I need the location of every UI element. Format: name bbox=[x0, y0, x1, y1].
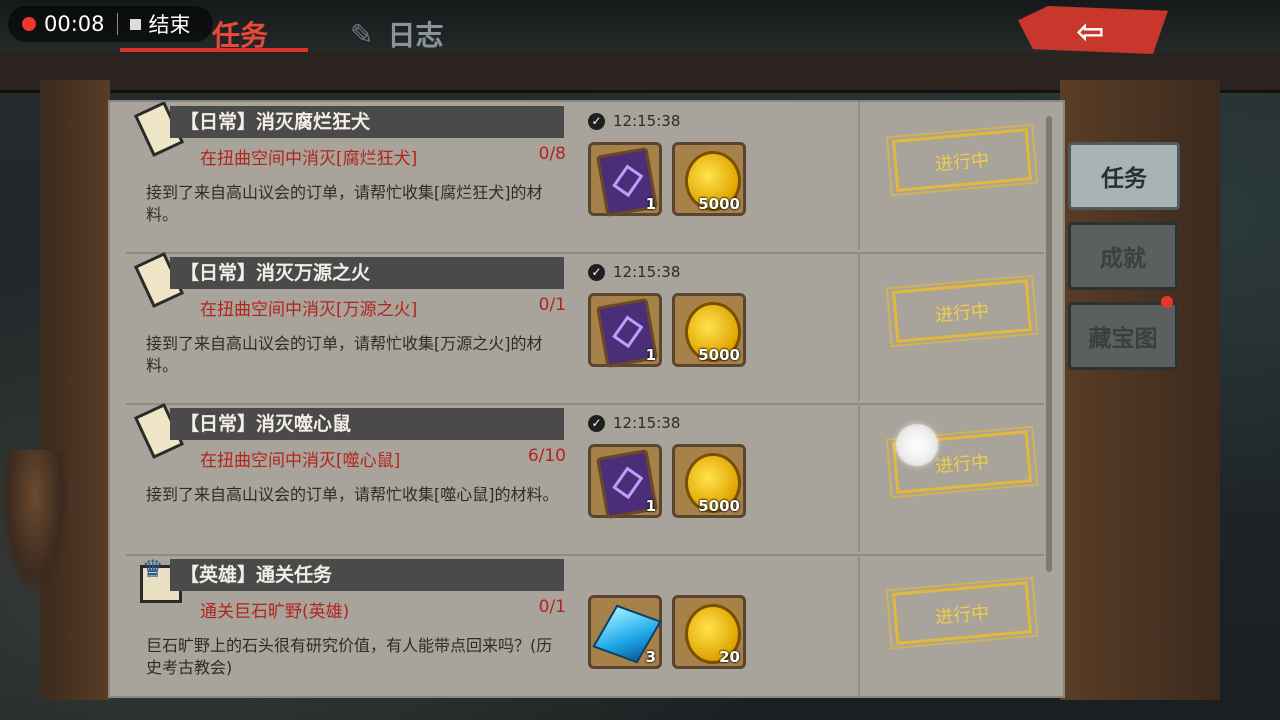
reward-qty: 5000 bbox=[698, 346, 740, 364]
side-tab-achievements[interactable]: 成就 bbox=[1068, 222, 1178, 290]
quest-title: 【日常】消灭万源之火 bbox=[170, 257, 564, 289]
quest-row: ♛ 【英雄】通关任务 通关巨石旷野(英雄) 0/1 巨石旷野上的石头很有研究价值… bbox=[126, 555, 1044, 696]
reward-gold[interactable]: 20 bbox=[672, 595, 746, 669]
quest-objective: 在扭曲空间中消灭[噬心鼠] bbox=[200, 451, 401, 471]
quest-title: 【英雄】通关任务 bbox=[170, 559, 564, 591]
status-in-progress-button[interactable]: 进行中 bbox=[891, 128, 1033, 192]
reward-qty: 5000 bbox=[698, 497, 740, 515]
scroll-icon: ✎ bbox=[350, 17, 374, 51]
divider bbox=[858, 555, 860, 696]
quest-list-panel[interactable]: 【日常】消灭腐烂狂犬 在扭曲空间中消灭[腐烂狂犬] 0/8 接到了来自高山议会的… bbox=[108, 100, 1065, 698]
timer-text: 12:15:38 bbox=[613, 112, 681, 130]
divider bbox=[858, 404, 860, 552]
reward-book[interactable]: 1 bbox=[588, 293, 662, 369]
divider bbox=[858, 102, 860, 250]
tab-log-label: 日志 bbox=[387, 19, 444, 52]
quest-timer: ✓ 12:15:38 bbox=[588, 414, 680, 432]
crown-icon: ♛ bbox=[142, 555, 164, 583]
status-in-progress-button[interactable]: 进行中 bbox=[891, 279, 1033, 343]
reward-qty: 5000 bbox=[698, 195, 740, 213]
quest-timer: ✓ 12:15:38 bbox=[588, 112, 680, 130]
divider bbox=[858, 253, 860, 401]
reward-qty: 1 bbox=[645, 346, 656, 364]
quest-title: 【日常】消灭噬心鼠 bbox=[170, 408, 564, 440]
status-in-progress-button[interactable]: 进行中 bbox=[891, 581, 1033, 645]
quest-row: 【日常】消灭腐烂狂犬 在扭曲空间中消灭[腐烂狂犬] 0/8 接到了来自高山议会的… bbox=[126, 102, 1044, 254]
reward-crystal[interactable]: 3 bbox=[588, 595, 662, 669]
quest-progress: 0/1 bbox=[538, 597, 566, 617]
notification-dot bbox=[1161, 296, 1173, 308]
quest-description: 巨石旷野上的石头很有研究价值，有人能带点回来吗？(历史考古教会) bbox=[146, 636, 553, 677]
quest-progress: 0/1 bbox=[538, 295, 566, 315]
reward-book[interactable]: 1 bbox=[588, 142, 662, 218]
reward-gold[interactable]: 5000 bbox=[672, 293, 746, 367]
clock-icon: ✓ bbox=[588, 112, 605, 130]
timer-text: 12:15:38 bbox=[613, 414, 681, 432]
quest-objective: 在扭曲空间中消灭[腐烂狂犬] bbox=[200, 149, 418, 169]
touch-indicator bbox=[896, 424, 938, 466]
reward-qty: 20 bbox=[719, 648, 740, 666]
tab-task[interactable]: 任务 bbox=[120, 4, 310, 52]
reward-gold[interactable]: 5000 bbox=[672, 142, 746, 216]
divider bbox=[116, 13, 118, 35]
quest-progress: 6/10 bbox=[527, 446, 566, 466]
side-tab-treasure-map[interactable]: 藏宝图 bbox=[1068, 302, 1178, 370]
back-button[interactable]: ⇦ bbox=[1018, 6, 1168, 54]
tab-log[interactable]: ✎ 日志 bbox=[350, 14, 443, 54]
quest-row: 【日常】消灭万源之火 在扭曲空间中消灭[万源之火] 0/1 接到了来自高山议会的… bbox=[126, 251, 1044, 405]
tab-task-label: 任务 bbox=[212, 19, 269, 52]
timer-text: 12:15:38 bbox=[613, 263, 681, 281]
top-bar: 00:08 结束 任务 ✎ 日志 ⇦ bbox=[0, 0, 1280, 54]
quest-objective: 通关巨石旷野(英雄) bbox=[200, 602, 350, 622]
left-frame bbox=[40, 80, 110, 700]
quest-title: 【日常】消灭腐烂狂犬 bbox=[170, 106, 564, 138]
clock-icon: ✓ bbox=[588, 263, 605, 281]
record-dot-icon bbox=[22, 17, 36, 31]
side-tab-tasks[interactable]: 任务 bbox=[1068, 142, 1180, 210]
quest-timer: ✓ 12:15:38 bbox=[588, 263, 680, 281]
reward-qty: 1 bbox=[645, 497, 656, 515]
recording-time: 00:08 bbox=[44, 12, 105, 36]
quest-description: 接到了来自高山议会的订单，请帮忙收集[腐烂狂犬]的材料。 bbox=[146, 183, 543, 224]
quest-description: 接到了来自高山议会的订单，请帮忙收集[万源之火]的材料。 bbox=[146, 334, 543, 375]
reward-qty: 1 bbox=[645, 195, 656, 213]
clock-icon: ✓ bbox=[588, 414, 605, 432]
reward-qty: 3 bbox=[645, 648, 656, 666]
reward-gold[interactable]: 5000 bbox=[672, 444, 746, 518]
character-portrait bbox=[0, 450, 70, 600]
reward-book[interactable]: 1 bbox=[588, 444, 662, 520]
scrollbar[interactable] bbox=[1046, 116, 1052, 572]
quest-objective: 在扭曲空间中消灭[万源之火] bbox=[200, 300, 418, 320]
quest-progress: 0/8 bbox=[538, 144, 566, 164]
quest-description: 接到了来自高山议会的订单，请帮忙收集[噬心鼠]的材料。 bbox=[146, 485, 559, 504]
back-arrow-icon: ⇦ bbox=[1076, 12, 1105, 52]
